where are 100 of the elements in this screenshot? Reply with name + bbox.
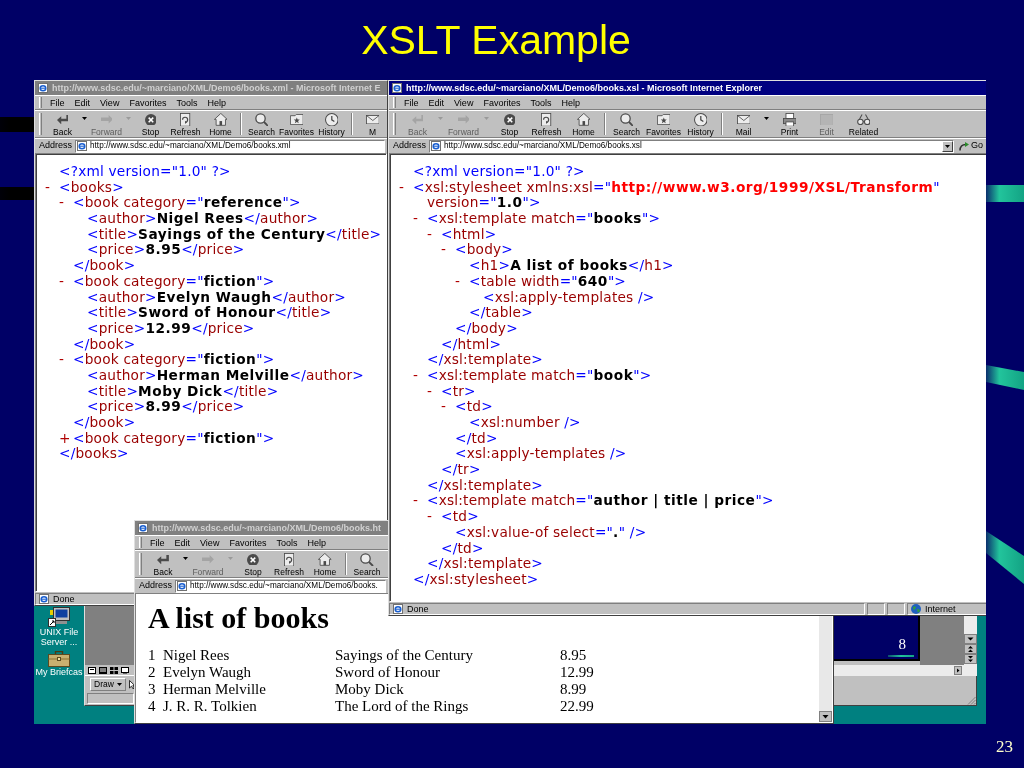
go-button[interactable]: Go [957,139,985,153]
table-cell: 3 [148,681,163,698]
table-cell: Sayings of the Century [335,647,560,664]
address-field[interactable]: http://www.sdsc.edu/~marciano/XML/Demo6/books.xml [75,139,385,153]
collapse-toggle[interactable]: - [399,179,404,196]
search-button[interactable]: Search [349,551,385,577]
table-cell: Herman Melville [163,681,335,698]
home-icon [576,113,591,126]
menu-item[interactable]: Edit [169,536,196,549]
pointer-icon[interactable] [128,679,135,689]
menu-item[interactable]: Edit [69,96,96,109]
collapse-toggle[interactable]: - [455,273,460,290]
home-button[interactable]: Home [307,551,343,577]
caret-icon[interactable] [82,117,87,120]
caret-icon[interactable] [183,557,188,560]
print-button[interactable]: Print [771,111,808,137]
collapse-toggle[interactable]: - [413,367,418,384]
collapse-toggle[interactable]: - [413,493,418,510]
window-title: http://www.sdsc.edu/~marciano/XML/Demo6/books.ht [152,522,381,535]
history-button[interactable]: History [314,111,349,137]
menu-item[interactable]: Favorites [224,536,272,549]
back-button[interactable]: Back [45,111,89,137]
scrollbar[interactable] [964,616,977,676]
search-button[interactable]: Search [608,111,645,137]
collapse-toggle[interactable]: - [59,273,64,290]
menu-item[interactable]: Tools [525,96,557,109]
menu-item[interactable]: File [145,536,170,549]
home-icon [213,113,228,126]
menu-item[interactable]: Help [202,96,231,109]
briefcase-icon[interactable] [48,651,70,667]
monitor-icon[interactable] [121,666,129,674]
menu-item[interactable]: Help [302,536,331,549]
right-arrow-icon[interactable] [954,666,962,675]
collapse-toggle[interactable]: - [427,383,432,400]
collapse-toggle[interactable]: - [427,509,432,525]
icon-label[interactable]: UNIX File Server ... [35,627,83,647]
code-line: <book category="fiction"> [73,430,275,447]
code-line: </tr> [441,462,481,478]
menu-item[interactable]: File [399,96,424,109]
collapse-toggle[interactable]: - [45,179,50,196]
mail-button[interactable]: Mail [725,111,771,137]
stop-button[interactable]: Stop [235,551,271,577]
collapse-toggle[interactable]: - [441,399,446,415]
back-button[interactable]: Back [145,551,190,577]
collapse-toggle[interactable]: - [413,211,418,227]
collapse-toggle[interactable]: - [441,242,446,259]
code-line: <xsl:apply-templates /> [455,446,627,463]
icon-label[interactable]: My Briefcas [35,667,83,677]
folder-icon [289,113,304,125]
menu-item[interactable]: Help [556,96,585,109]
search-button[interactable]: Search [244,111,279,137]
scrollbar[interactable] [819,616,832,722]
page-icon [431,141,442,151]
collapse-toggle[interactable]: - [427,226,432,243]
slide-thumbnail[interactable]: 8 [834,616,920,661]
list-icon[interactable] [99,666,107,674]
status-text: Done [53,593,75,605]
menu-item[interactable]: View [195,536,225,549]
menu-item[interactable]: File [45,96,70,109]
page-icon [39,594,49,604]
menu-item[interactable]: Favorites [478,96,526,109]
caret-icon[interactable] [764,117,769,120]
computer-icon[interactable] [48,607,70,627]
page-number: 23 [996,737,1013,755]
refresh-button[interactable]: Refresh [271,551,307,577]
related-button[interactable]: Related [845,111,882,137]
stop-button[interactable]: Stop [491,111,528,137]
address-field[interactable]: http://www.sdsc.edu/~marciano/XML/Demo6/books. [175,579,386,593]
menu-item[interactable]: Tools [271,536,303,549]
collapse-toggle[interactable]: - [59,195,64,212]
resize-grip-icon[interactable] [967,696,976,705]
collapse-toggle[interactable]: - [59,352,64,368]
favorites-button[interactable]: Favorites [645,111,682,137]
menu-item[interactable]: Tools [171,96,203,109]
caret-icon[interactable] [116,682,122,686]
dropdown-button[interactable] [942,140,953,152]
menu-item[interactable]: View [95,96,125,109]
code-line: version="1.0"> [427,195,541,212]
caret-icon[interactable] [945,144,950,148]
refresh-button[interactable]: Refresh [168,111,203,137]
menu-item[interactable]: Favorites [124,96,172,109]
down-arrow-icon[interactable] [964,634,977,644]
table-cell: Moby Dick [335,681,560,698]
home-button[interactable]: Home [203,111,238,137]
collapse-toggle[interactable]: + [59,430,71,447]
menu-item[interactable]: View [449,96,479,109]
address-field[interactable]: http://www.sdsc.edu/~marciano/XML/Demo6/books.xsl [429,139,954,153]
envelope-icon [736,114,751,125]
history-button[interactable]: History [682,111,719,137]
page-icon[interactable] [88,666,96,674]
draw-button[interactable]: Draw [90,677,126,691]
favorites-button[interactable]: Favorites [279,111,314,137]
refresh-button[interactable]: Refresh [528,111,565,137]
page-icon [177,581,188,591]
stop-button[interactable]: Stop [133,111,168,137]
grid-icon[interactable] [110,666,118,674]
code-line: <books> [59,179,124,196]
home-button[interactable]: Home [565,111,602,137]
scrollbar[interactable] [834,665,964,676]
menu-item[interactable]: Edit [423,96,450,109]
